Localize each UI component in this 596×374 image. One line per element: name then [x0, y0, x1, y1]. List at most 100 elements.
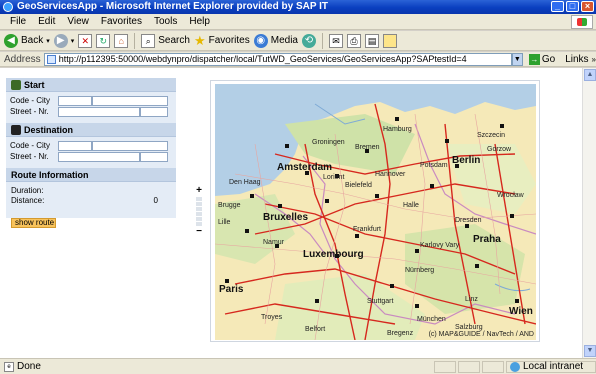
map-city-label: Berlin — [452, 155, 481, 166]
search-button[interactable]: ⌕ Search — [141, 33, 190, 48]
map-city-label: Halle — [403, 202, 419, 209]
distance-value: 0 — [153, 195, 158, 205]
ie-logo-icon — [3, 2, 13, 12]
start-code-city-row: Code - City — [6, 95, 176, 106]
page-done-icon: e — [4, 361, 14, 372]
status-segment — [458, 360, 480, 373]
map-city-label: Stuttgart — [367, 298, 394, 305]
duration-label: Duration: — [11, 185, 44, 195]
links-button[interactable]: Links — [565, 54, 588, 65]
go-arrow-icon: → — [528, 53, 540, 65]
messenger-icon[interactable] — [382, 33, 397, 48]
chevron-down-icon: ▾ — [46, 37, 50, 45]
mail-icon[interactable]: ✉ — [328, 33, 343, 48]
address-url: http://p112395:50000/webdynpro/dispatche… — [58, 53, 467, 64]
dest-code-city-row: Code - City — [6, 140, 176, 151]
status-segment — [482, 360, 504, 373]
address-input[interactable]: http://p112395:50000/webdynpro/dispatche… — [43, 52, 512, 66]
scroll-up-button[interactable]: ▲ — [584, 69, 596, 81]
close-button[interactable]: × — [581, 1, 594, 12]
map-city-label: Troyes — [261, 314, 283, 321]
search-icon: ⌕ — [141, 33, 156, 48]
start-number-input[interactable] — [140, 106, 168, 117]
dest-code-input[interactable] — [58, 140, 92, 151]
map-city-label: Salzburg — [455, 324, 483, 331]
map-city-label: Belfort — [305, 326, 326, 333]
window-title-bar: GeoServicesApp - Microsoft Internet Expl… — [0, 0, 596, 14]
start-code-input[interactable] — [58, 95, 92, 106]
toolbar-separator — [134, 32, 136, 49]
toolbar-separator — [321, 32, 323, 49]
menu-file[interactable]: File — [4, 16, 32, 27]
zoom-in-button[interactable]: + — [194, 186, 204, 196]
forward-button[interactable]: ▶ ▾ — [53, 33, 74, 48]
zoom-out-button[interactable]: − — [194, 227, 204, 237]
start-street-input[interactable] — [58, 106, 140, 117]
address-dropdown-button[interactable]: ▼ — [511, 52, 523, 66]
page-vertical-scrollbar[interactable]: ▲ ▼ — [582, 68, 596, 358]
show-route-button[interactable]: show route — [11, 218, 56, 228]
zoom-level-tick[interactable] — [196, 197, 202, 201]
favorites-button[interactable]: ★ Favorites — [194, 33, 250, 49]
dest-street-input[interactable] — [58, 151, 140, 162]
map-city-label: Groningen — [312, 139, 345, 146]
stop-icon[interactable]: ✕ — [78, 33, 93, 48]
menu-view[interactable]: View — [61, 16, 95, 27]
zoom-level-tick[interactable] — [196, 207, 202, 211]
menu-help[interactable]: Help — [183, 16, 216, 27]
dest-city-input[interactable] — [92, 140, 168, 151]
map-city-label: Hannover — [375, 171, 406, 178]
dest-street-label: Street - Nr. — [10, 152, 49, 161]
map-city-label: Potsdam — [420, 162, 448, 169]
print-icon[interactable]: ⎙ — [346, 33, 361, 48]
scroll-down-button[interactable]: ▼ — [584, 345, 596, 357]
dest-street-row: Street - Nr. — [6, 151, 176, 162]
map-city-label: Linz — [465, 296, 478, 303]
go-button[interactable]: → Go — [528, 53, 555, 65]
start-city-input[interactable] — [92, 95, 168, 106]
map-city-label: Luxembourg — [303, 249, 364, 260]
menu-edit[interactable]: Edit — [32, 16, 61, 27]
menu-tools[interactable]: Tools — [148, 16, 183, 27]
media-label: Media — [270, 35, 298, 46]
window-title: GeoServicesApp - Microsoft Internet Expl… — [17, 1, 328, 12]
security-zone: Local intranet — [506, 360, 596, 373]
start-title: Start — [24, 79, 45, 90]
map-city-label: Szczecin — [477, 132, 506, 139]
zoom-level-tick[interactable] — [196, 212, 202, 216]
browser-toolbar: ◀ Back ▾ ▶ ▾ ✕ ↻ ⌂ ⌕ Search ★ Favorites … — [0, 31, 596, 51]
windows-flag-icon — [571, 15, 593, 29]
media-icon: ◉ — [253, 33, 268, 48]
zoom-level-tick[interactable] — [196, 217, 202, 221]
minimize-button[interactable]: _ — [551, 1, 564, 12]
dest-number-input[interactable] — [140, 151, 168, 162]
map-view[interactable]: Amsterdam Berlin Bruxelles Luxembourg Pa… — [215, 84, 536, 340]
edit-icon[interactable]: ▤ — [364, 33, 379, 48]
map-city-label: Bruxelles — [263, 212, 309, 223]
zone-label: Local intranet — [523, 361, 584, 372]
home-icon[interactable]: ⌂ — [114, 33, 129, 48]
forward-icon: ▶ — [53, 33, 68, 48]
map-city-label: Lorient — [323, 174, 345, 181]
status-segment — [434, 360, 456, 373]
maximize-button[interactable]: □ — [566, 1, 579, 12]
chevron-right-icon[interactable]: » — [592, 55, 596, 64]
start-flag-icon — [11, 79, 21, 90]
map-city-label: Wrocław — [497, 192, 524, 199]
start-street-row: Street - Nr. — [6, 106, 176, 117]
map-city-label: Bielefeld — [345, 182, 372, 189]
menu-favorites[interactable]: Favorites — [95, 16, 148, 27]
duration-row: Duration: — [6, 185, 176, 195]
media-button[interactable]: ◉ Media — [253, 33, 298, 48]
start-section-header: Start — [6, 78, 176, 92]
route-info-header: Route Information — [6, 168, 176, 182]
history-icon[interactable]: ⟲ — [301, 33, 316, 48]
map-city-label: Karlovy Vary — [420, 242, 460, 249]
back-button[interactable]: ◀ Back ▾ — [4, 33, 50, 48]
refresh-icon[interactable]: ↻ — [96, 33, 111, 48]
map-city-label: Den Haag — [229, 179, 261, 186]
map-city-label: Frankfurt — [353, 226, 382, 233]
zoom-level-tick[interactable] — [196, 202, 202, 206]
map-city-label: Wien — [509, 306, 533, 317]
back-icon: ◀ — [4, 33, 18, 48]
